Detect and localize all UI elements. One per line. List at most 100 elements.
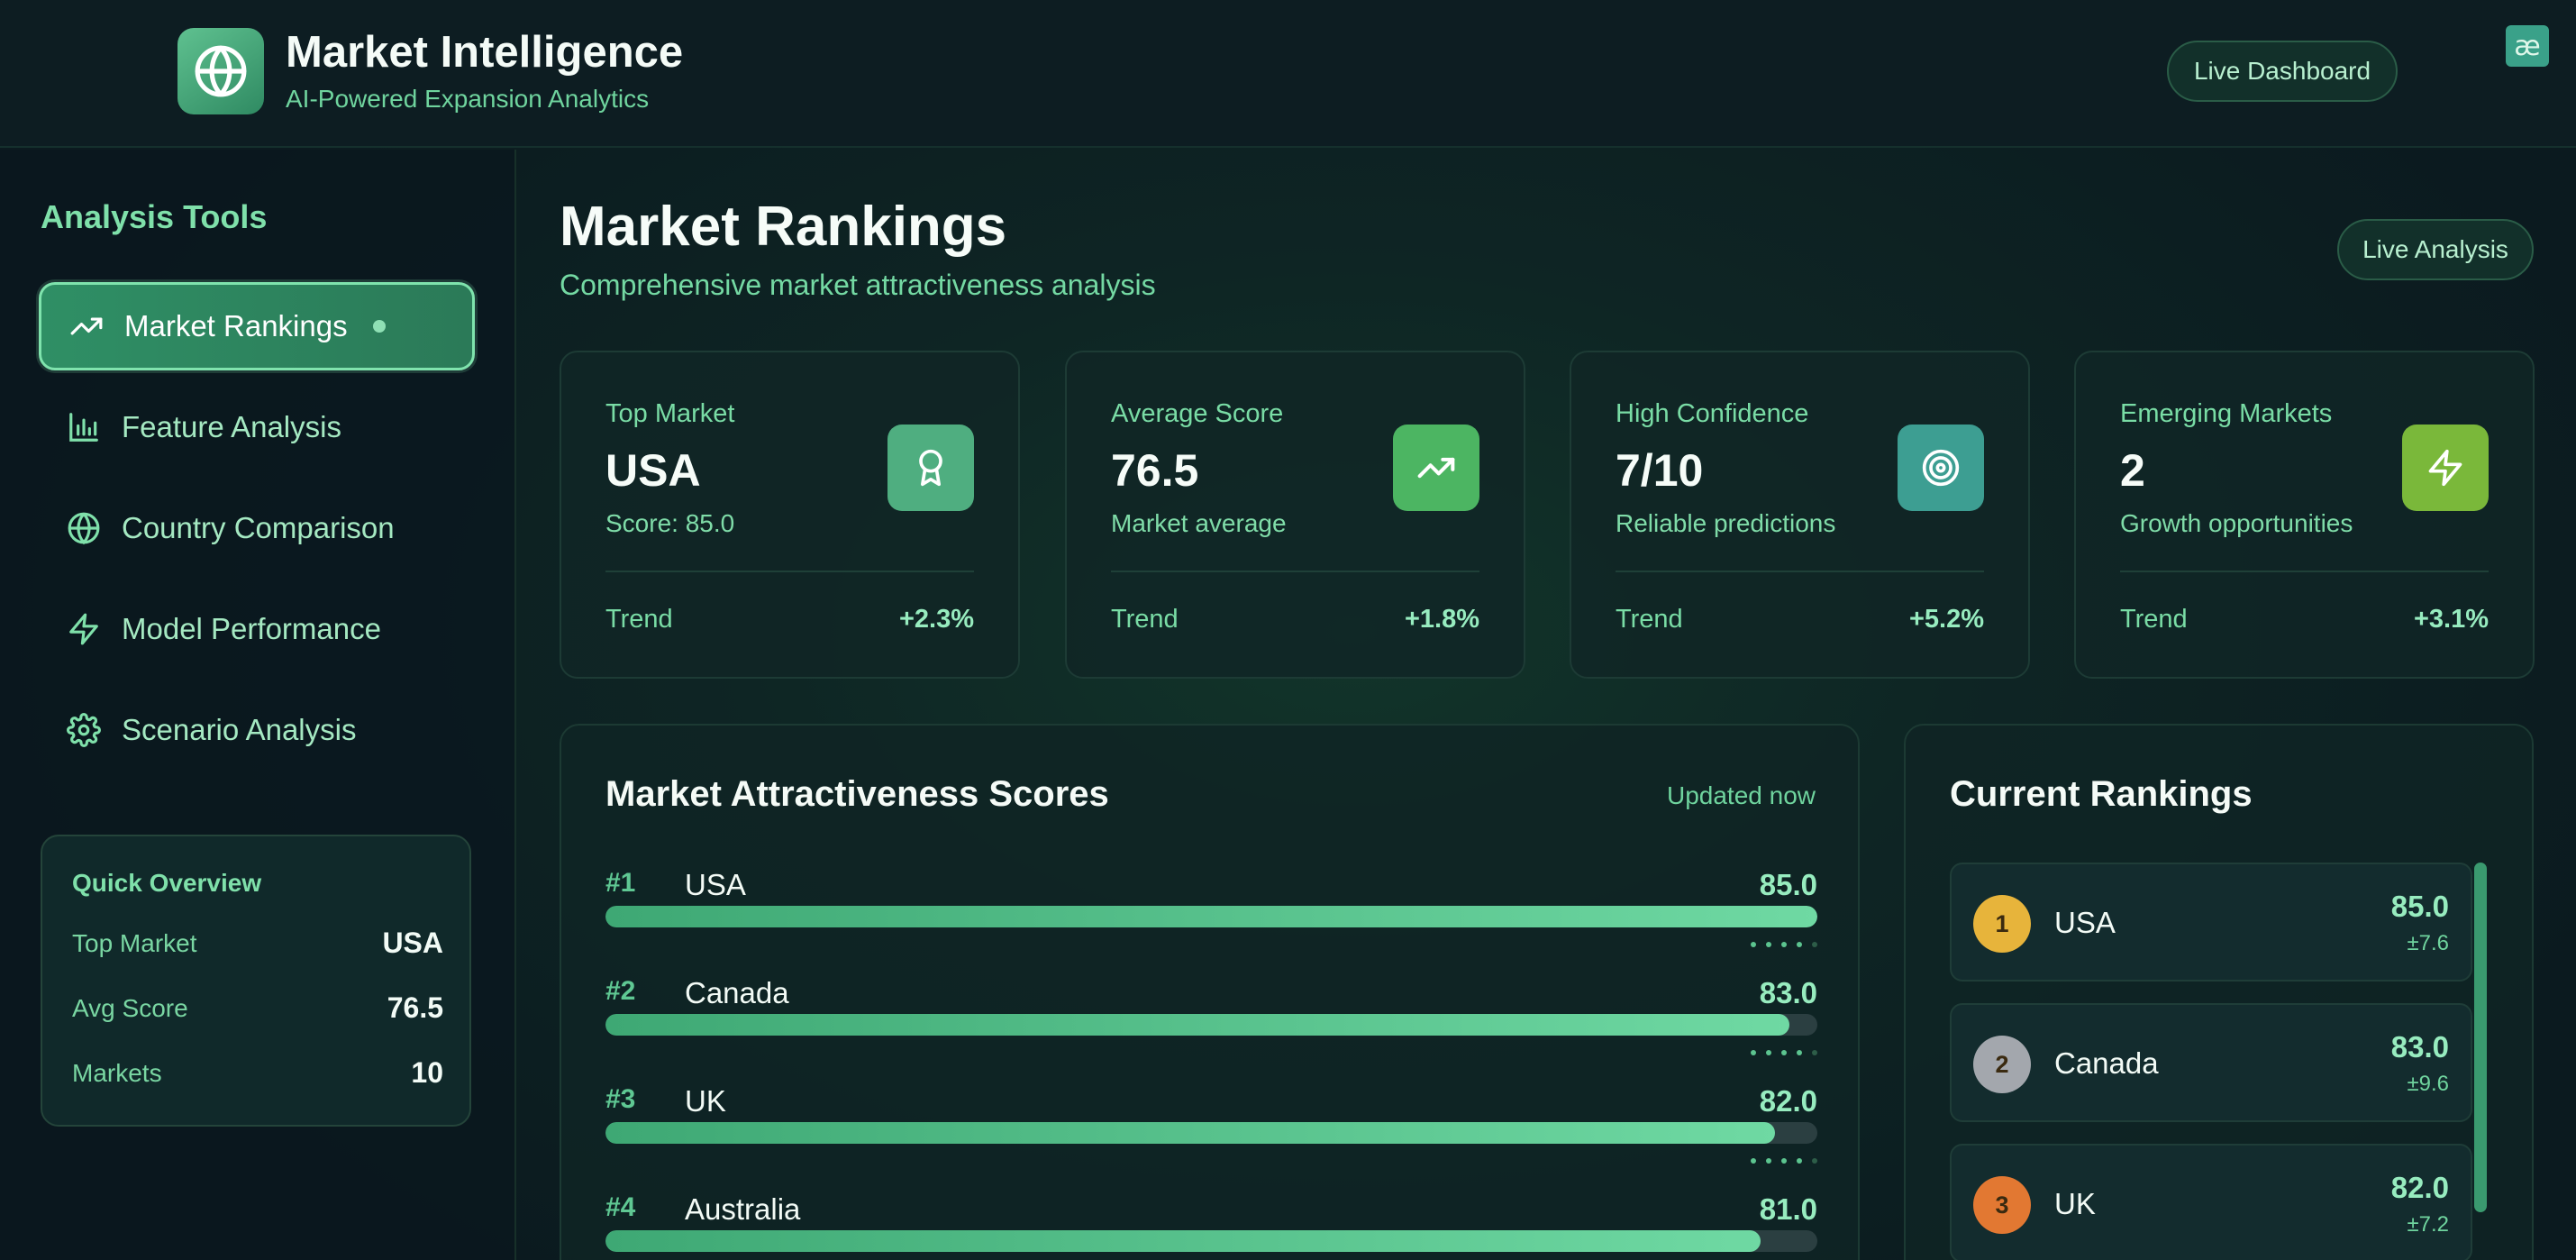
globe-icon [66,510,102,546]
kpi-trend-value: +2.3% [898,605,974,634]
sidebar: Analysis Tools Market Rankings Feature A… [0,150,516,1260]
overview-row-avg-score: Avg Score 76.5 [72,991,443,1025]
score-value: 83.0 [1759,976,1817,1009]
live-analysis-button[interactable]: Live Analysis [2337,219,2534,280]
rank-badge: 2 [1973,1036,2031,1093]
overview-row-top-market: Top Market USA [72,927,443,960]
kpi-card-high-confidence: High Confidence 7/10 Reliable prediction… [1570,351,2030,679]
updated-status: Updated now [1666,781,1816,809]
sidebar-item-label: Scenario Analysis [122,713,357,746]
kpi-label: Top Market [605,399,735,428]
score-bar-track [605,1122,1817,1144]
ranking-item[interactable]: 2 Canada 83.0 ±9.6 [1950,1003,2472,1122]
score-bar-track [605,1014,1817,1036]
kpi-subtext: Reliable predictions [1616,509,1836,537]
rank-error: ±7.2 [2407,1212,2449,1237]
score-country: Canada [685,976,789,1009]
app-title: Market Intelligence [286,28,684,77]
ranking-item[interactable]: 1 USA 85.0 ±7.6 [1950,863,2472,982]
score-value: 81.0 [1759,1192,1817,1226]
sidebar-item-label: Country Comparison [122,511,395,544]
bar-dots-indicator [1751,1050,1817,1057]
score-row[interactable]: #3 UK 82.0 [605,1084,1817,1183]
kpi-subtext: Market average [1111,509,1287,537]
score-row[interactable]: #1 USA 85.0 [605,868,1817,967]
kpi-trend-label: Trend [605,605,673,634]
quick-overview-title: Quick Overview [72,869,262,897]
kpi-card-average-score: Average Score 76.5 Market average Trend … [1065,351,1525,679]
live-dashboard-button[interactable]: Live Dashboard [2167,41,2398,102]
kpi-card-emerging-markets: Emerging Markets 2 Growth opportunities … [2074,351,2535,679]
kpi-divider [1111,571,1479,572]
kpi-card-top-market: Top Market USA Score: 85.0 Trend +2.3% [560,351,1020,679]
score-value: 85.0 [1759,868,1817,901]
overview-value: 76.5 [387,991,443,1024]
kpi-trend-value: +1.8% [1404,605,1479,634]
target-icon [1898,425,1984,511]
kpi-value: 76.5 [1111,445,1199,496]
sidebar-item-scenario-analysis[interactable]: Scenario Analysis [39,686,475,774]
score-rank: #4 [605,1192,636,1222]
kpi-label: Average Score [1111,399,1284,428]
zap-icon [66,611,102,647]
sidebar-item-feature-analysis[interactable]: Feature Analysis [39,383,475,471]
kpi-divider [1616,571,1984,572]
panel-title: Current Rankings [1950,774,2253,814]
extension-badge-icon[interactable]: æ [2506,25,2549,67]
bar-chart-icon [66,409,102,445]
score-country: Australia [685,1192,801,1226]
app-root: Market Intelligence AI-Powered Expansion… [0,0,2576,1260]
overview-row-markets: Markets 10 [72,1056,443,1090]
score-row[interactable]: #2 Canada 83.0 [605,976,1817,1075]
score-bar-fill [605,1230,1761,1252]
overview-value: 10 [411,1056,443,1089]
rank-score: 83.0 [2390,1030,2449,1064]
kpi-value: USA [605,445,701,496]
globe-icon [177,28,264,114]
kpi-divider [605,571,974,572]
rank-score: 82.0 [2390,1171,2449,1204]
award-icon [887,425,974,511]
rank-country: USA [2054,906,2116,939]
quick-overview-card: Quick Overview Top Market USA Avg Score … [41,835,471,1127]
kpi-divider [2120,571,2489,572]
rank-badge: 3 [1973,1176,2031,1234]
kpi-subtext: Growth opportunities [2120,509,2353,537]
score-row[interactable]: #4 Australia 81.0 [605,1192,1817,1260]
kpi-label: Emerging Markets [2120,399,2333,428]
score-rank: #3 [605,1084,636,1114]
zap-icon [2402,425,2489,511]
rankings-scrollbar[interactable] [2474,863,2487,1212]
sidebar-item-label: Model Performance [122,612,381,645]
rank-error: ±9.6 [2407,1072,2449,1096]
sidebar-item-country-comparison[interactable]: Country Comparison [39,484,475,572]
page-title: Market Rankings [560,196,1007,258]
ranking-item[interactable]: 3 UK 82.0 ±7.2 [1950,1144,2472,1260]
page-subtitle: Comprehensive market attractiveness anal… [560,269,1156,301]
bar-dots-indicator [1751,1158,1817,1165]
score-bar-fill [605,906,1817,927]
sidebar-title: Analysis Tools [41,198,268,235]
rank-error: ±7.6 [2407,931,2449,955]
score-value: 82.0 [1759,1084,1817,1118]
overview-label: Top Market [72,928,197,957]
market-attractiveness-panel: Market Attractiveness Scores Updated now… [560,724,1860,1260]
app-subtitle: AI-Powered Expansion Analytics [286,85,650,113]
panel-title: Market Attractiveness Scores [605,774,1109,814]
kpi-trend-value: +3.1% [2413,605,2489,634]
kpi-trend-label: Trend [1111,605,1179,634]
overview-label: Avg Score [72,993,188,1022]
score-rank: #1 [605,868,636,898]
overview-label: Markets [72,1058,162,1087]
sidebar-item-model-performance[interactable]: Model Performance [39,585,475,673]
trending-up-icon [68,308,105,344]
sidebar-item-label: Market Rankings [124,309,348,342]
score-bar-track [605,1230,1817,1252]
top-header: Market Intelligence AI-Powered Expansion… [0,0,2576,148]
rank-country: UK [2054,1187,2096,1220]
active-indicator-dot [372,320,386,333]
kpi-value: 2 [2120,445,2145,496]
score-country: USA [685,868,746,901]
sidebar-item-market-rankings[interactable]: Market Rankings [39,282,475,370]
overview-value: USA [382,927,443,959]
